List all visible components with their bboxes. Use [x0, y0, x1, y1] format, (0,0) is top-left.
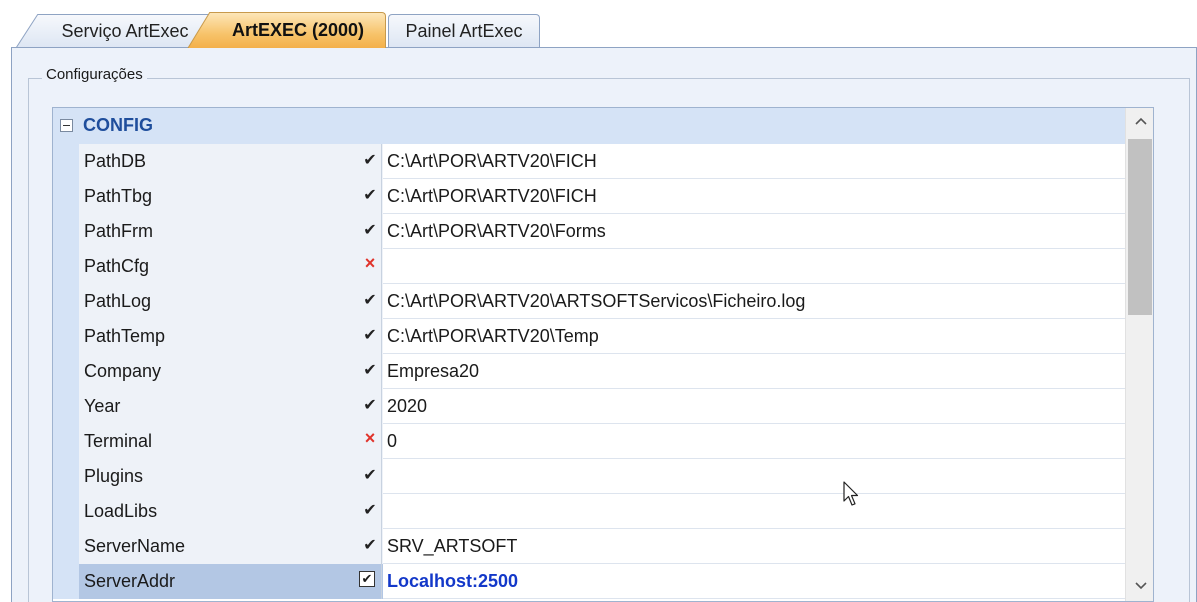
property-name[interactable]: PathTemp [79, 319, 383, 354]
row-gutter [53, 388, 79, 424]
scrollbar-thumb[interactable] [1128, 139, 1152, 315]
property-value[interactable]: 0 [387, 424, 397, 459]
row-gutter [53, 318, 79, 354]
check-icon: ✔ [363, 537, 377, 554]
row-gutter [53, 563, 79, 599]
property-row[interactable]: PathCfg × [53, 248, 1125, 284]
property-value[interactable]: SRV_ARTSOFT [387, 529, 517, 564]
property-name[interactable]: Year [79, 389, 383, 424]
property-name[interactable]: PathTbg [79, 179, 383, 214]
vertical-scrollbar[interactable] [1125, 108, 1153, 601]
column-divider[interactable] [381, 389, 382, 424]
property-name[interactable]: PathDB [79, 144, 383, 179]
cross-icon: × [364, 253, 376, 273]
property-rows: PathDB ✔ C:\Art\POR\ARTV20\FICH PathTbg ✔ C:\… [53, 143, 1125, 599]
tab-label: Painel ArtExec [405, 21, 523, 41]
row-gutter [53, 458, 79, 494]
column-divider[interactable] [381, 564, 382, 599]
property-row[interactable]: PathTemp ✔ C:\Art\POR\ARTV20\Temp [53, 318, 1125, 354]
scroll-down-icon[interactable] [1126, 573, 1153, 601]
tab-artexec-2000[interactable]: ArtEXEC (2000) [188, 12, 386, 48]
tab-edge-decoration [15, 14, 39, 48]
tab-painel-artexec[interactable]: Painel ArtExec [388, 14, 540, 48]
row-gutter [53, 178, 79, 214]
property-value[interactable]: 2020 [387, 389, 427, 424]
check-icon: ✔ [363, 502, 377, 519]
row-gutter [53, 283, 79, 319]
column-divider[interactable] [381, 424, 382, 459]
property-row[interactable]: Company ✔ Empresa20 [53, 353, 1125, 389]
category-row-config[interactable]: CONFIG [53, 108, 1125, 144]
row-gutter [53, 248, 79, 284]
check-icon: ✔ [363, 397, 377, 414]
group-label: Configurações [42, 66, 147, 83]
row-gutter [53, 493, 79, 529]
property-value[interactable]: Localhost:2500 [387, 564, 518, 599]
row-gutter [53, 528, 79, 564]
property-grid[interactable]: CONFIG PathDB ✔ C:\Art\POR\ARTV20\FICH Path… [52, 107, 1154, 602]
column-divider[interactable] [381, 214, 382, 249]
column-divider[interactable] [381, 249, 382, 284]
check-icon: ✔ [363, 467, 377, 484]
scroll-up-icon[interactable] [1126, 108, 1153, 136]
property-value[interactable]: C:\Art\POR\ARTV20\FICH [387, 179, 597, 214]
property-row[interactable]: Terminal × 0 [53, 423, 1125, 459]
row-gutter [53, 213, 79, 249]
tab-strip: Serviço ArtExec ArtEXEC (2000) Painel Ar… [0, 0, 1197, 48]
property-name[interactable]: PathCfg [79, 249, 383, 284]
property-value[interactable]: Empresa20 [387, 354, 479, 389]
collapse-icon[interactable] [60, 119, 73, 132]
property-value[interactable]: C:\Art\POR\ARTV20\FICH [387, 144, 597, 179]
property-row[interactable]: PathTbg ✔ C:\Art\POR\ARTV20\FICH [53, 178, 1125, 214]
mouse-cursor-icon [843, 481, 859, 506]
property-row[interactable]: Year ✔ 2020 [53, 388, 1125, 424]
cross-icon: × [364, 428, 376, 448]
property-name[interactable]: Terminal [79, 424, 383, 459]
tab-edge-decoration [187, 12, 211, 48]
check-icon: ✔ [363, 222, 377, 239]
property-row[interactable]: PathLog ✔ C:\Art\POR\ARTV20\ARTSOFTServico… [53, 283, 1125, 319]
property-name[interactable]: PathFrm [79, 214, 383, 249]
column-divider[interactable] [381, 459, 382, 494]
tab-label: Serviço ArtExec [61, 21, 189, 41]
property-value[interactable]: C:\Art\POR\ARTV20\Forms [387, 214, 606, 249]
check-icon: ✔ [363, 327, 377, 344]
row-gutter [53, 143, 79, 179]
column-divider[interactable] [381, 529, 382, 564]
property-row[interactable]: PathFrm ✔ C:\Art\POR\ARTV20\Forms [53, 213, 1125, 249]
property-row[interactable]: LoadLibs ✔ [53, 493, 1125, 529]
property-value[interactable]: C:\Art\POR\ARTV20\ARTSOFTServicos\Fichei… [387, 284, 805, 319]
column-divider[interactable] [381, 354, 382, 389]
column-divider[interactable] [381, 494, 382, 529]
property-row[interactable]: ServerAddr ✔ Localhost:2500 [53, 563, 1125, 599]
check-icon: ✔ [363, 187, 377, 204]
check-icon: ✔ [363, 152, 377, 169]
property-name[interactable]: ServerAddr [79, 564, 383, 599]
column-divider[interactable] [381, 319, 382, 354]
property-name[interactable]: LoadLibs [79, 494, 383, 529]
property-row[interactable]: ServerName ✔ SRV_ARTSOFT [53, 528, 1125, 564]
column-divider[interactable] [381, 179, 382, 214]
column-divider[interactable] [381, 144, 382, 179]
check-icon: ✔ [363, 362, 377, 379]
check-icon: ✔ [363, 292, 377, 309]
property-row[interactable]: PathDB ✔ C:\Art\POR\ARTV20\FICH [53, 143, 1125, 179]
category-label: CONFIG [83, 115, 153, 135]
property-name[interactable]: PathLog [79, 284, 383, 319]
column-divider[interactable] [381, 284, 382, 319]
property-name[interactable]: Plugins [79, 459, 383, 494]
tab-label: ArtEXEC (2000) [231, 20, 365, 40]
property-name[interactable]: ServerName [79, 529, 383, 564]
property-row[interactable]: Plugins ✔ [53, 458, 1125, 494]
row-gutter [53, 353, 79, 389]
checkbox-icon[interactable]: ✔ [359, 571, 375, 587]
row-gutter [53, 423, 79, 459]
property-name[interactable]: Company [79, 354, 383, 389]
property-value[interactable]: C:\Art\POR\ARTV20\Temp [387, 319, 599, 354]
